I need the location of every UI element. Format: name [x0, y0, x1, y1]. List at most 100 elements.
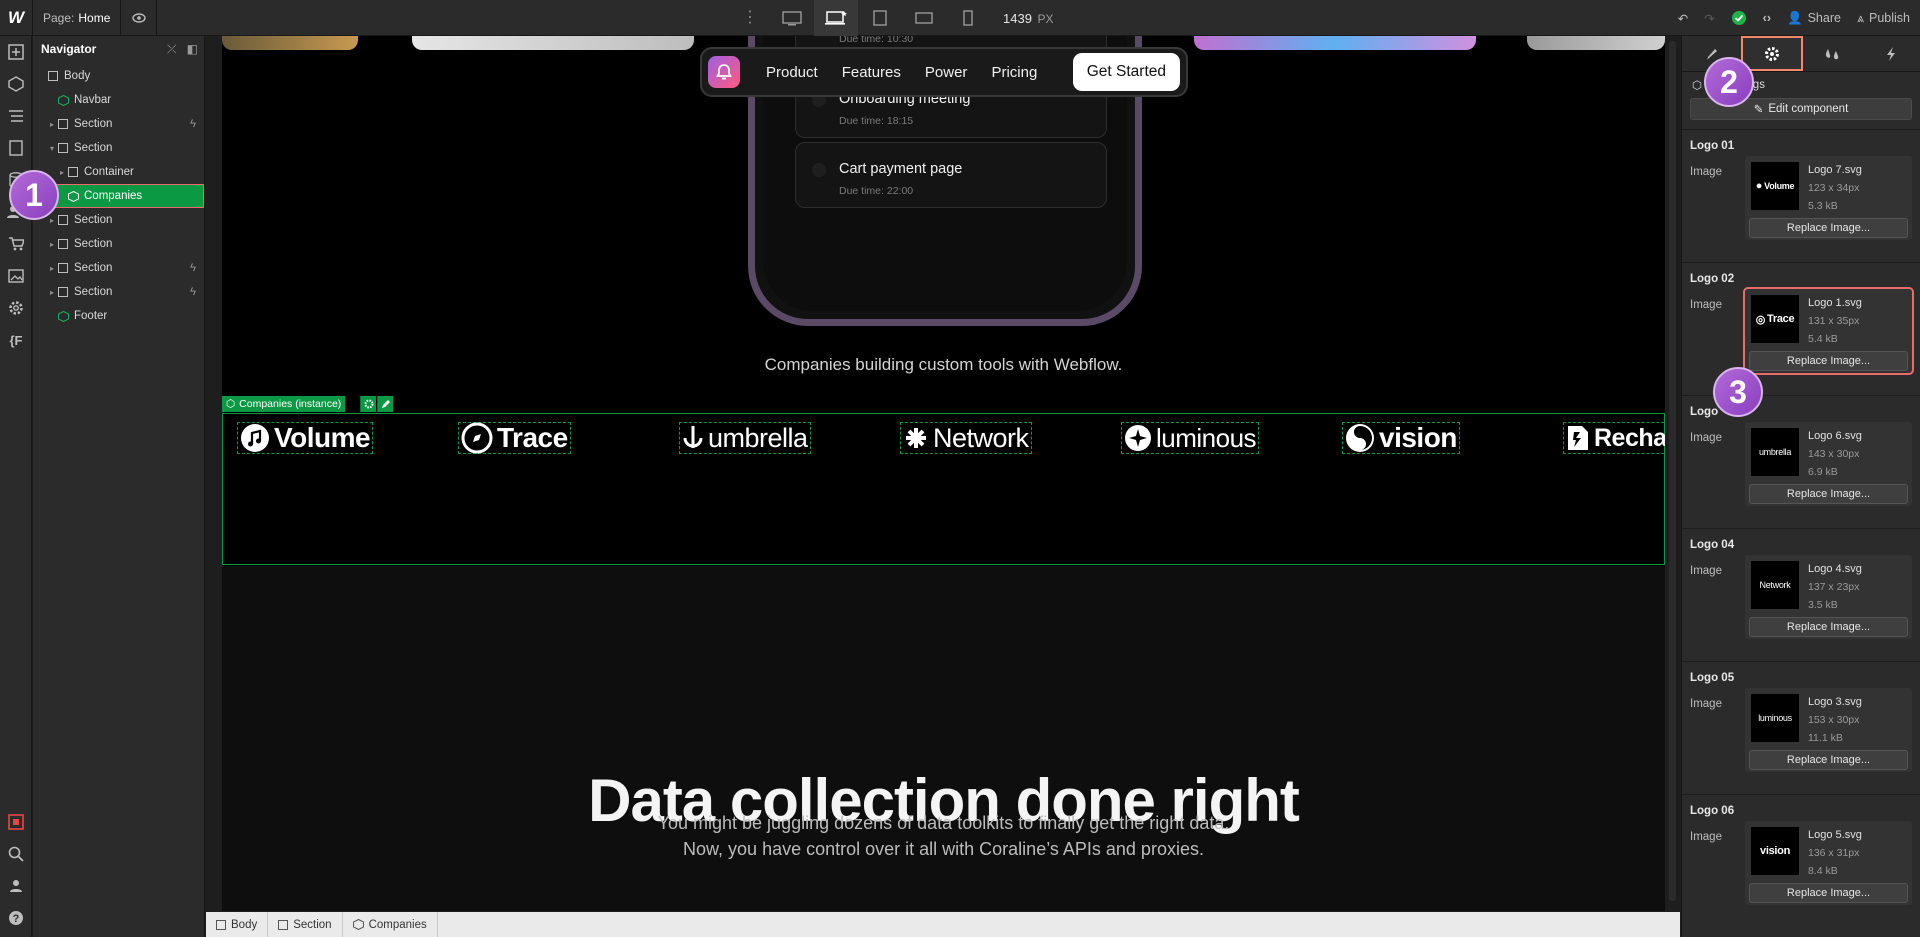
component-icon [57, 94, 69, 106]
company-logo-volume[interactable]: Volume [237, 422, 374, 454]
box-icon [47, 70, 59, 82]
mobile-portrait-icon[interactable] [946, 0, 990, 36]
scrollbar-thumb[interactable] [1669, 41, 1676, 901]
nav-link-product[interactable]: Product [754, 64, 830, 81]
box-icon [57, 238, 69, 250]
tree-item-section[interactable]: ▸ Section ϟ [33, 280, 204, 304]
company-logo-trace[interactable]: Trace [458, 422, 571, 454]
task-checkbox [812, 163, 826, 177]
ecommerce-cart-icon[interactable] [0, 228, 32, 260]
assets-icon[interactable] [0, 260, 32, 292]
edit-instance-pencil-icon[interactable] [377, 396, 393, 412]
lightning-icon[interactable] [1862, 36, 1920, 71]
get-started-button[interactable]: Get Started [1072, 53, 1180, 91]
settings-gear-icon[interactable] [0, 292, 32, 324]
status-check-icon[interactable] [1723, 0, 1755, 36]
tree-item-section[interactable]: ▸ Section [33, 208, 204, 232]
image-picker[interactable]: ● Volume Logo 7.svg 123 x 34px 5.3 kB Rep… [1745, 156, 1912, 240]
navigator-panel: Navigator ⤫ ◧ Body Navbar ▸ Section ϟ ▾ Sec… [33, 36, 205, 937]
breadcrumb-item-section[interactable]: Section [268, 912, 343, 937]
mobile-landscape-icon[interactable] [902, 0, 946, 36]
component-icon: ⬡ [1692, 80, 1703, 92]
nav-link-power[interactable]: Power [913, 64, 980, 81]
logo-property-group: Logo Image umbrella Logo 6.svg 143 x 30p… [1682, 395, 1920, 523]
publish-button[interactable]: ⩓ Publish [1849, 0, 1920, 36]
canvas-width-readout[interactable]: 1439 PX [1003, 11, 1054, 26]
desktop-large-icon[interactable] [770, 0, 814, 36]
tree-item-navbar[interactable]: Navbar [33, 88, 204, 112]
replace-image-button[interactable]: Replace Image... [1749, 750, 1908, 770]
redo-icon[interactable]: ↷ [1696, 0, 1722, 36]
pages-icon[interactable] [0, 132, 32, 164]
replace-image-button[interactable]: Replace Image... [1749, 351, 1908, 371]
box-icon [57, 214, 69, 226]
replace-image-button[interactable]: Replace Image... [1749, 218, 1908, 238]
add-elements-icon[interactable] [0, 36, 32, 68]
share-button[interactable]: 👤 Share [1779, 0, 1849, 36]
dock-panel-icon[interactable]: ◧ [187, 42, 198, 57]
box-icon [67, 166, 79, 178]
box-icon [216, 919, 226, 930]
preview-eye-icon[interactable] [121, 0, 158, 36]
nav-link-features[interactable]: Features [830, 64, 913, 81]
company-logo-network[interactable]: Network [900, 422, 1032, 454]
site-preview[interactable]: Due time: 10:30 Onboarding meeting Due ti… [222, 36, 1665, 911]
tree-item-footer[interactable]: Footer [33, 304, 204, 328]
tree-item-section[interactable]: ▸ Section ϟ [33, 112, 204, 136]
image-picker[interactable]: Network Logo 4.svg 137 x 23px 3.5 kB Rep… [1745, 555, 1912, 639]
replace-image-button[interactable]: Replace Image... [1749, 484, 1908, 504]
company-logo-umbrella[interactable]: umbrella [679, 422, 811, 454]
settings-gear-icon[interactable] [1740, 36, 1803, 71]
help-icon[interactable]: ? [0, 902, 32, 934]
star-icon [1125, 425, 1151, 451]
tree-item-container[interactable]: ▸ Container [33, 160, 204, 184]
breadcrumb: Body Section Companies [206, 912, 1680, 937]
undo-icon[interactable]: ↶ [1670, 0, 1696, 36]
pencil-icon: ✎ [1753, 104, 1764, 116]
user-icon: 👤 [1787, 10, 1803, 25]
canvas-scrollbar[interactable] [1666, 36, 1680, 911]
breadcrumb-item-body[interactable]: Body [206, 912, 269, 937]
image-picker[interactable]: ◎ Trace Logo 1.svg 131 x 35px 5.4 kB Repl… [1743, 287, 1914, 375]
replace-image-button[interactable]: Replace Image... [1749, 883, 1908, 903]
desktop-icon[interactable] [814, 0, 858, 36]
navigator-icon[interactable] [0, 100, 32, 132]
step-badge: 1 [9, 170, 59, 220]
company-logo-recharge[interactable]: Rechar [1563, 422, 1665, 454]
tree-item-body[interactable]: Body [33, 64, 204, 88]
collapse-all-icon[interactable]: ⤫ [167, 42, 177, 57]
search-icon[interactable] [0, 838, 32, 870]
logo-property-group: Logo 02 Image ◎ Trace Logo 1.svg 131 x 35… [1682, 262, 1920, 390]
record-icon[interactable] [0, 806, 32, 838]
nav-link-pricing[interactable]: Pricing [979, 64, 1049, 81]
code-icon[interactable]: ‹› [1755, 0, 1779, 36]
image-picker[interactable]: luminous Logo 3.svg 153 x 30px 11.1 kB R… [1745, 688, 1912, 772]
breadcrumb-item-companies[interactable]: Companies [343, 912, 438, 937]
interactions-drops-icon[interactable] [1803, 36, 1862, 71]
instance-settings-gear-icon[interactable] [360, 396, 376, 412]
tablet-icon[interactable] [858, 0, 902, 36]
component-icon [57, 310, 69, 322]
tree-item-section[interactable]: ▾ Section [33, 136, 204, 160]
bell-logo-icon[interactable] [708, 56, 740, 88]
interaction-bolt-icon: ϟ [190, 286, 196, 298]
collaborators-icon[interactable] [0, 870, 32, 902]
company-logo-vision[interactable]: vision [1342, 422, 1460, 454]
tree-item-section[interactable]: ▸ Section ϟ [33, 256, 204, 280]
webflow-logo[interactable]: W [0, 0, 33, 36]
umbrella-icon [683, 426, 703, 448]
logo-thumbnail: ● Volume [1751, 162, 1799, 210]
music-note-icon [241, 424, 269, 452]
tree-item-section[interactable]: ▸ Section [33, 232, 204, 256]
image-picker[interactable]: umbrella Logo 6.svg 143 x 30px 6.9 kB Re… [1745, 422, 1912, 506]
component-instance-label[interactable]: ⬡ Companies (instance) [222, 396, 346, 412]
company-logo-luminous[interactable]: luminous [1121, 422, 1260, 454]
variables-icon[interactable]: {F [0, 324, 32, 356]
interaction-bolt-icon: ϟ [190, 118, 196, 130]
page-selector[interactable]: Page: Home [33, 0, 122, 36]
components-icon[interactable] [0, 68, 32, 100]
image-picker[interactable]: vision Logo 5.svg 136 x 31px 8.4 kB Repl… [1745, 821, 1912, 905]
companies-caption: Companies building custom tools with Web… [764, 355, 1123, 374]
replace-image-button[interactable]: Replace Image... [1749, 617, 1908, 637]
more-icon[interactable]: ⋮ [742, 9, 758, 27]
